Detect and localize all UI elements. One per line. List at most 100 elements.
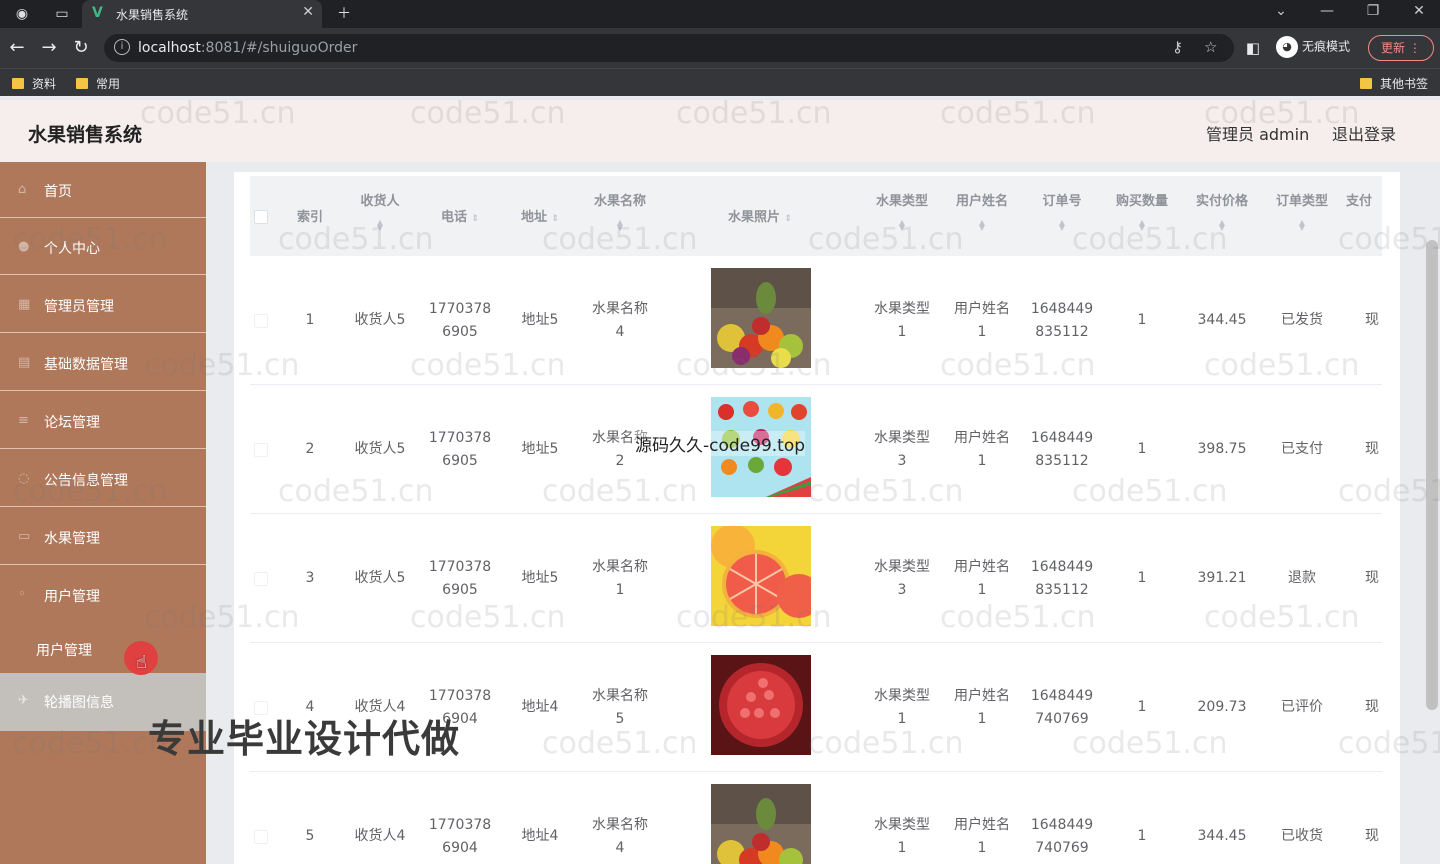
cell-user-name: 用户姓名 1 <box>954 559 1010 598</box>
cell-payment: 现 <box>1365 828 1379 844</box>
watermark: code51.cn <box>676 348 832 383</box>
forward-icon[interactable]: → <box>38 37 60 59</box>
restore-icon[interactable]: ❐ <box>1358 3 1388 19</box>
cell-fruit-type: 水果类型 3 <box>874 430 930 469</box>
tab-overview-icon[interactable]: ▭ <box>52 4 72 24</box>
browser-menu-icon[interactable]: ◉ <box>12 4 32 24</box>
cell-quantity: 1 <box>1137 570 1147 586</box>
th-order-type[interactable]: 订单类型 ▲ ▼ <box>1262 176 1342 256</box>
cell-address: 地址4 <box>521 828 559 844</box>
watermark: code51.cn <box>410 348 566 383</box>
sort-icon[interactable]: ▲ ▼ <box>1058 219 1066 232</box>
watermark: code51.cn <box>1204 96 1360 131</box>
watermark: code51.cn <box>12 222 168 257</box>
cell-index: 5 <box>305 828 315 844</box>
watermark: code51.cn <box>542 474 698 509</box>
cell-quantity: 1 <box>1137 828 1147 844</box>
cell-receiver: 收货人4 <box>354 828 406 844</box>
cell-payment: 现 <box>1365 699 1379 715</box>
key-icon[interactable]: ⚷ <box>1172 38 1183 56</box>
tab-close-icon[interactable]: ✕ <box>302 4 314 20</box>
sort-icon[interactable]: ⇕ <box>472 214 480 224</box>
cell-price: 209.73 <box>1197 699 1247 715</box>
address-bar: ← → ↻ i localhost:8081/#/shuiguoOrder ⚷ … <box>0 28 1440 68</box>
cell-quantity: 1 <box>1137 312 1147 328</box>
cell-quantity: 1 <box>1137 441 1147 457</box>
row-checkbox[interactable] <box>254 830 268 844</box>
fruit-photo-mixed[interactable] <box>711 784 811 864</box>
row-checkbox[interactable] <box>254 443 268 457</box>
cell-order-no: 1648449 835112 <box>1030 430 1094 469</box>
cell-order-no: 1648449 740769 <box>1030 688 1094 727</box>
cell-address: 地址5 <box>521 570 559 586</box>
home-icon: ⌂ <box>18 182 27 197</box>
incognito-icon: ◕ <box>1276 36 1298 58</box>
folder-icon <box>12 78 24 89</box>
watermark: code51.cn <box>144 600 300 635</box>
overlay-ad-text: 专业毕业设计代做 <box>148 717 461 761</box>
tab-title: 水果销售系统 <box>116 8 189 22</box>
cell-phone: 1770378 6905 <box>428 430 492 469</box>
cell-order-type: 退款 <box>1288 570 1316 586</box>
watermark: code51.cn <box>1204 348 1360 383</box>
cell-fruit-type: 水果类型 1 <box>874 301 930 340</box>
new-tab-icon[interactable]: ＋ <box>334 4 354 24</box>
sidebar-item-forum[interactable]: ≡ 论坛管理 <box>0 393 206 449</box>
url-text: localhost:8081/#/shuiguoOrder <box>138 40 358 56</box>
url-input[interactable]: i localhost:8081/#/shuiguoOrder ⚷ ☆ <box>104 34 1234 62</box>
site-info-icon[interactable]: i <box>114 39 130 55</box>
cell-payment: 现 <box>1365 312 1379 328</box>
close-window-icon[interactable]: ✕ <box>1404 3 1434 19</box>
cell-payment: 现 <box>1365 570 1379 586</box>
tab-search-icon[interactable]: ⌄ <box>1266 3 1296 19</box>
cell-fruit-name: 水果名称 5 <box>592 688 648 727</box>
bookmark-star-icon[interactable]: ☆ <box>1204 38 1217 56</box>
sidebar-item-fruit[interactable]: ▭ 水果管理 <box>0 509 206 565</box>
browser-tab-active[interactable]: V 水果销售系统 ✕ <box>82 0 322 28</box>
cell-phone: 1770378 6905 <box>428 301 492 340</box>
watermark: code51.cn <box>410 600 566 635</box>
row-checkbox[interactable] <box>254 572 268 586</box>
sidepanel-icon[interactable]: ◧ <box>1242 37 1264 59</box>
watermark: code51.cn <box>140 96 296 131</box>
watermark: code51.cn <box>1072 222 1228 257</box>
cell-address: 地址5 <box>521 312 559 328</box>
watermark: code51.cn <box>1072 726 1228 761</box>
update-button[interactable]: 更新 ⋮ <box>1368 35 1434 61</box>
cell-order-type: 已评价 <box>1281 699 1323 715</box>
watermark: code51.cn <box>676 600 832 635</box>
cell-price: 398.75 <box>1197 441 1247 457</box>
watermark: code51.cn <box>808 726 964 761</box>
bookmark-folder-1[interactable]: 资料 <box>12 75 56 92</box>
bookmark-folder-2[interactable]: 常用 <box>76 75 120 92</box>
fruit-photo-pomegranate[interactable] <box>711 655 811 755</box>
data-icon: ▤ <box>18 355 31 370</box>
reload-icon[interactable]: ↻ <box>70 37 92 59</box>
cell-receiver: 收货人5 <box>354 570 406 586</box>
cell-receiver: 收货人5 <box>354 441 406 457</box>
sort-icon[interactable]: ▲ ▼ <box>978 219 986 232</box>
cell-payment: 现 <box>1365 441 1379 457</box>
cell-order-no: 1648449 835112 <box>1030 559 1094 598</box>
back-icon[interactable]: ← <box>6 37 28 59</box>
select-all-checkbox[interactable] <box>254 210 268 224</box>
row-checkbox[interactable] <box>254 314 268 328</box>
sort-icon[interactable]: ⇕ <box>785 214 793 224</box>
sidebar-item-admins[interactable]: ▦ 管理员管理 <box>0 277 206 333</box>
cell-index: 2 <box>305 441 315 457</box>
cell-fruit-type: 水果类型 1 <box>874 817 930 856</box>
cell-price: 344.45 <box>1197 312 1247 328</box>
cell-index: 3 <box>305 570 315 586</box>
watermark: code51.cn <box>12 726 168 761</box>
fruit-icon: ▭ <box>18 529 31 544</box>
cell-user-name: 用户姓名 1 <box>954 817 1010 856</box>
other-bookmarks[interactable]: 其他书签 <box>1360 75 1428 92</box>
watermark: code51.cn <box>278 474 434 509</box>
incognito-indicator[interactable]: ◕ 无痕模式 <box>1276 36 1350 58</box>
cell-order-type: 已发货 <box>1281 312 1323 328</box>
sidebar-item-home[interactable]: ⌂ 首页 <box>0 162 206 218</box>
minimize-icon[interactable]: — <box>1312 3 1342 19</box>
cell-order-no: 1648449 740769 <box>1030 817 1094 856</box>
sort-icon[interactable]: ▲ ▼ <box>1298 219 1306 232</box>
watermark: code51.cn <box>940 96 1096 131</box>
